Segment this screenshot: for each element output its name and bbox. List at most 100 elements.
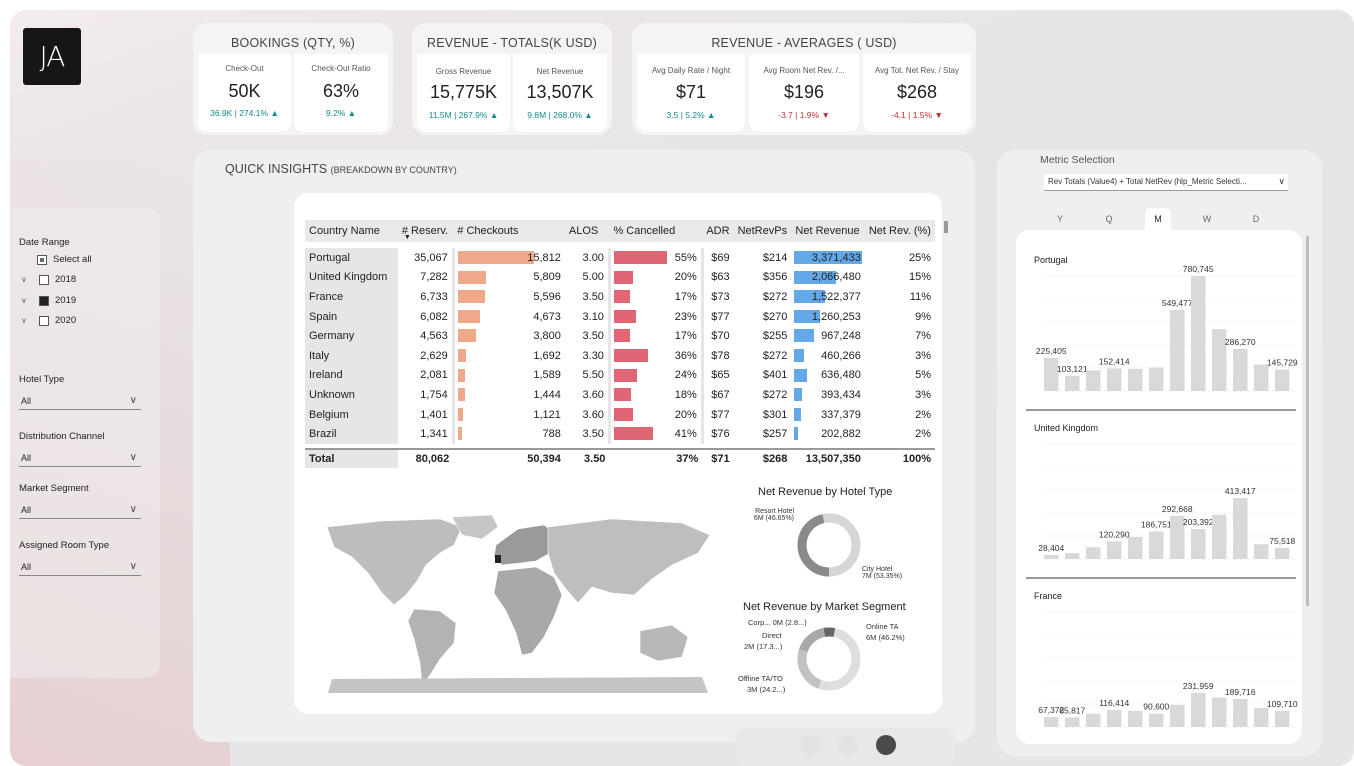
column-bar[interactable] xyxy=(1128,368,1143,391)
column-bar[interactable] xyxy=(1254,364,1269,391)
table-row[interactable]: Germany 4,563 3,800 3.50 17% $70 $255 967,248 7% xyxy=(305,326,935,346)
column-bar[interactable] xyxy=(1275,547,1290,559)
column-bar[interactable] xyxy=(1212,514,1227,559)
small-multiple-france[interactable]: France67,37265,817116,414 90,600231,95918… xyxy=(1034,591,1298,728)
table-row[interactable]: Portugal 35,067 15,812 3.00 55% $69 $214 3,371,… xyxy=(305,248,935,268)
column-bar[interactable] xyxy=(1044,554,1059,559)
hotel-type-dropdown[interactable]: All ∨ xyxy=(19,393,141,410)
table-row[interactable]: Unknown 1,754 1,444 3.60 18% $67 $272 393,434 3% xyxy=(305,385,935,405)
small-multiples-scrollbar[interactable] xyxy=(1306,236,1309,606)
column-header[interactable]: Country Name xyxy=(305,220,398,242)
column-header[interactable]: Net Rev. (%) xyxy=(864,220,935,242)
option-label: 2020 xyxy=(55,315,77,326)
column-bar[interactable] xyxy=(1254,707,1269,727)
column-bar[interactable] xyxy=(1065,375,1080,391)
small-multiple-portugal[interactable]: Portugal 225,405 103,121 152,414 549,477 780,… xyxy=(1026,255,1298,411)
column-bar[interactable] xyxy=(1086,547,1101,559)
page-dot-3-active[interactable] xyxy=(876,735,896,755)
table-row[interactable]: Ireland 2,081 1,589 5.50 24% $65 $401 636,480 5% xyxy=(305,365,935,386)
kpi-label: Check-Out Ratio xyxy=(311,64,371,73)
column-bar[interactable] xyxy=(1044,357,1059,391)
column-bar[interactable] xyxy=(1107,541,1122,559)
market-segment-dropdown[interactable]: All ∨ xyxy=(19,502,141,519)
column-bar[interactable] xyxy=(1149,713,1164,727)
column-bar[interactable] xyxy=(1275,369,1290,391)
cell-text: 1,589 xyxy=(533,369,561,382)
column-bar[interactable] xyxy=(1191,276,1206,391)
column-header[interactable]: ALOS xyxy=(564,220,610,242)
assigned-room-type-dropdown[interactable]: All ∨ xyxy=(19,559,141,576)
column-bar[interactable] xyxy=(1086,370,1101,391)
kpi-variance: 36.9K | 274.1% xyxy=(198,108,291,118)
data-bar xyxy=(613,290,631,304)
cell-text: 1,341 xyxy=(420,428,448,441)
cell-reserv: 6,733 xyxy=(397,287,455,307)
column-bar[interactable] xyxy=(1128,536,1143,559)
column-bar[interactable] xyxy=(1191,529,1206,559)
cell-text: 3,800 xyxy=(533,330,561,343)
table-total-row: Total 80,062 50,394 3.50 37% $71 $268 13,507,35… xyxy=(305,447,935,468)
column-header[interactable]: Net Revenue xyxy=(791,220,865,242)
data-label: 152,414 xyxy=(1099,357,1130,367)
small-multiple-united-kingdom[interactable]: United Kingdom 28,404 120,290 186,751 292,66… xyxy=(1026,423,1296,579)
column-bar[interactable] xyxy=(1065,717,1080,727)
chevron-down-icon: ∨ xyxy=(129,561,137,572)
column-bar[interactable] xyxy=(1275,710,1290,727)
metric-dropdown[interactable]: Rev Totals (Value4) + Total NetRev (hlp_… xyxy=(1044,174,1288,191)
period-tab-d[interactable]: D xyxy=(1243,212,1269,228)
column-bar[interactable] xyxy=(1170,310,1185,391)
table-scrollbar[interactable] xyxy=(944,221,948,233)
distribution-channel-dropdown[interactable]: All ∨ xyxy=(19,450,141,467)
data-bar xyxy=(613,329,631,343)
year-option-2018[interactable]: ∨ 2018 xyxy=(21,274,76,285)
cell-text: 2,066,480 xyxy=(811,271,861,284)
period-tab-y[interactable]: Y xyxy=(1047,212,1073,228)
table-row[interactable]: Spain 6,082 4,673 3.10 23% $77 $270 1,260,253 9% xyxy=(305,306,935,327)
column-bar[interactable] xyxy=(1149,531,1164,559)
table-row[interactable]: France 6,733 5,596 3.50 17% $73 $272 1,522,377 1… xyxy=(305,287,935,307)
column-bar[interactable] xyxy=(1254,544,1269,559)
chevron-down-icon[interactable]: ∨ xyxy=(21,275,39,284)
column-header[interactable]: NetRevPs xyxy=(733,220,792,242)
table-row[interactable]: Belgium 1,401 1,121 3.60 20% $77 $301 337,379 2% xyxy=(305,404,935,425)
column-header[interactable]: # Checkouts xyxy=(453,220,565,242)
table-row[interactable]: Italy 2,629 1,692 3.30 36% $78 $272 460,266 3% xyxy=(305,345,935,366)
cell-text: $214 xyxy=(762,251,788,264)
column-bar[interactable] xyxy=(1128,710,1143,727)
column-bar[interactable] xyxy=(1233,498,1248,559)
kpi-card-revenue-averages: REVENUE - AVERAGES ( USD) Avg Daily Rate… xyxy=(632,23,976,135)
world-map[interactable] xyxy=(322,513,714,693)
select-all-option[interactable]: Select all xyxy=(37,254,92,265)
column-bar[interactable] xyxy=(1233,348,1248,391)
column-header[interactable]: ADR xyxy=(702,220,734,242)
donut-hotel-chart[interactable] xyxy=(794,510,864,580)
column-bar[interactable] xyxy=(1044,717,1059,727)
period-tab-q[interactable]: Q xyxy=(1096,212,1122,228)
chevron-down-icon[interactable]: ∨ xyxy=(21,316,39,325)
period-tab-w[interactable]: W xyxy=(1194,212,1220,228)
column-bar[interactable] xyxy=(1149,367,1164,391)
cell-checkouts: 15,812 xyxy=(453,248,565,268)
column-bar[interactable] xyxy=(1065,553,1080,559)
chevron-down-icon[interactable]: ∨ xyxy=(21,296,39,305)
page-dot-1[interactable] xyxy=(800,735,820,755)
donut-segment-chart[interactable] xyxy=(794,624,864,694)
year-option-2020[interactable]: ∨ 2020 xyxy=(21,315,76,326)
column-bar[interactable] xyxy=(1086,713,1101,727)
year-option-2019[interactable]: ∨ 2019 xyxy=(21,295,76,306)
column-bar[interactable] xyxy=(1170,704,1185,727)
page-dot-2[interactable] xyxy=(838,735,858,755)
column-header[interactable]: # Reserv. ▼ xyxy=(397,220,454,242)
data-label: 189,716 xyxy=(1225,687,1256,697)
table-row[interactable]: Brazil 1,341 788 3.50 41% $76 $257 202,882 2% xyxy=(305,424,935,444)
segment-label-offline: Offline TA/TO xyxy=(738,674,783,683)
column-bar[interactable] xyxy=(1191,692,1206,727)
column-header[interactable]: % Cancelled xyxy=(609,220,703,242)
column-bar[interactable] xyxy=(1233,699,1248,727)
table-row[interactable]: United Kingdom 7,282 5,809 5.00 20% $63 $356 2,… xyxy=(305,267,935,288)
column-bar[interactable] xyxy=(1107,368,1122,391)
donut-label-resort: Resort Hotel 6M (46.65%) xyxy=(750,508,794,522)
column-bar[interactable] xyxy=(1212,697,1227,727)
column-bar[interactable] xyxy=(1107,709,1122,727)
period-tab-m[interactable]: M xyxy=(1145,208,1171,230)
